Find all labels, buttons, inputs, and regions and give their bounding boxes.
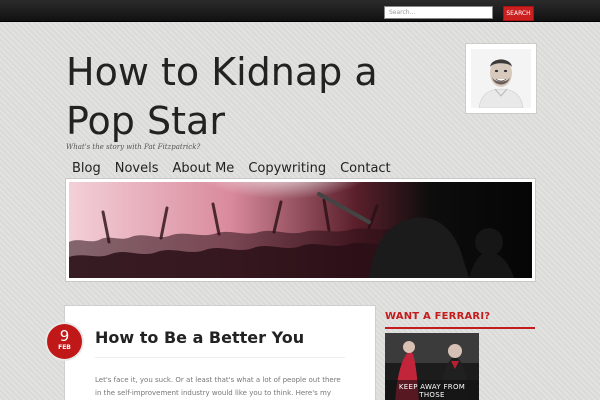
main-nav: Blog Novels About Me Copywriting Contact	[66, 158, 398, 178]
avatar	[465, 43, 537, 114]
nav-item-contact[interactable]: Contact	[333, 158, 398, 178]
nav-item-copywriting[interactable]: Copywriting	[241, 158, 333, 178]
post-title-link[interactable]: How to Be a Better You	[95, 328, 304, 347]
concert-crowd-icon	[69, 182, 532, 278]
widget-title: WANT A FERRARI?	[385, 311, 491, 322]
top-bar: SEARCH	[0, 0, 600, 22]
site-title[interactable]: How to Kidnap a Pop Star	[66, 48, 446, 146]
nav-item-about-me[interactable]: About Me	[166, 158, 242, 178]
author-photo-icon	[471, 49, 531, 108]
book-cover[interactable]: KEEP AWAY FROM THOSE	[385, 333, 479, 400]
widget-divider	[385, 327, 535, 329]
book-cover-text: KEEP AWAY FROM THOSE	[398, 383, 466, 399]
post-excerpt: Let's face it, you suck. Or at least tha…	[95, 376, 341, 397]
search-input[interactable]	[384, 6, 493, 19]
post-date-day: 9	[59, 327, 70, 345]
post-divider	[95, 357, 345, 358]
search-button[interactable]: SEARCH	[503, 6, 534, 21]
nav-item-blog[interactable]: Blog	[66, 158, 108, 178]
post-date-badge: 9 FEB	[47, 324, 82, 359]
nav-item-novels[interactable]: Novels	[108, 158, 166, 178]
site-tagline: What's the story with Pat Fitzpatrick?	[66, 143, 201, 151]
header-banner	[65, 178, 536, 282]
post-date-month: FEB	[58, 344, 71, 351]
